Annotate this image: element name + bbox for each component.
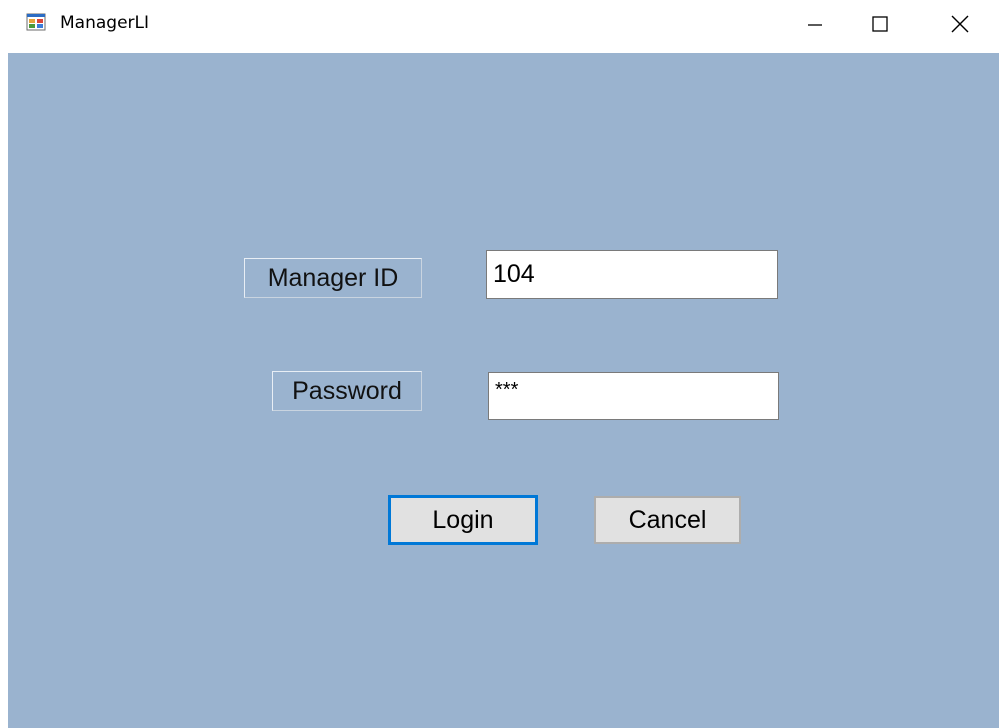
login-window: ManagerLI Manager ID 104 Password *** Lo… — [0, 0, 999, 728]
window-title: ManagerLI — [60, 13, 150, 33]
password-label: Password — [272, 371, 422, 411]
close-button[interactable] — [920, 0, 999, 48]
title-bar[interactable]: ManagerLI — [0, 0, 999, 48]
login-button[interactable]: Login — [388, 495, 538, 545]
maximize-icon — [872, 16, 888, 32]
app-icon — [26, 12, 46, 32]
close-icon — [951, 15, 968, 33]
manager-id-input[interactable]: 104 — [486, 250, 778, 299]
manager-id-label: Manager ID — [244, 258, 422, 298]
cancel-button[interactable]: Cancel — [594, 496, 741, 544]
maximize-button[interactable] — [834, 0, 926, 48]
form-client-area: Manager ID 104 Password *** Login Cancel — [8, 53, 999, 728]
password-input[interactable]: *** — [488, 372, 779, 420]
minimize-icon — [808, 24, 822, 26]
